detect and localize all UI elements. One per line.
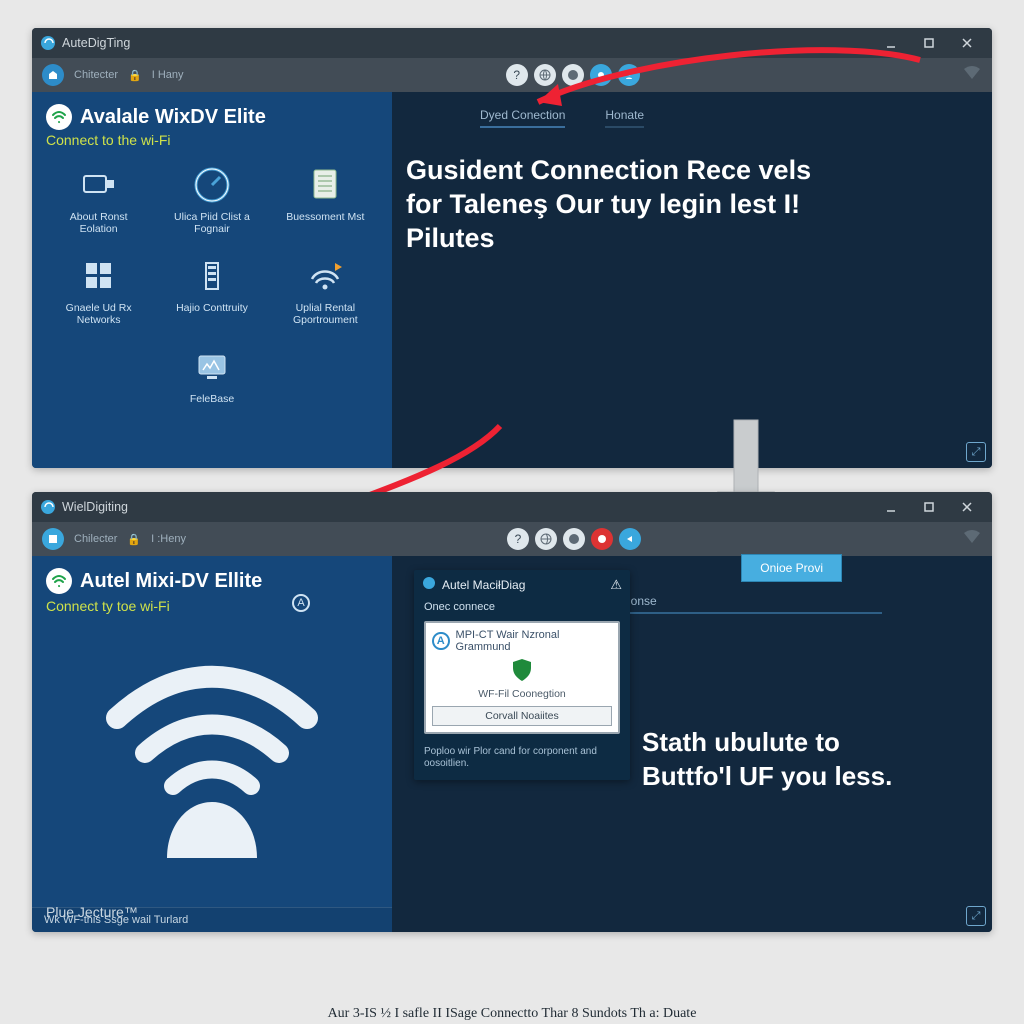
- window-title: AuteDigTing: [62, 36, 130, 50]
- grid-item-tower[interactable]: Hajio Conttruity: [159, 253, 264, 326]
- minimize-button[interactable]: [872, 31, 910, 55]
- icon-grid: About Ronst Eolation Ulica Piid Clist a …: [46, 162, 378, 406]
- brand-title: Autel Mixi-DV Ellite: [80, 570, 262, 593]
- monitor-icon: [189, 344, 235, 390]
- left-panel: Autel Mixi-DV Ellite Connect ty toe wi-F…: [32, 556, 392, 932]
- popup-app-icon: [422, 576, 436, 593]
- announce-icon[interactable]: [619, 528, 641, 550]
- brand-subtitle: Connect to the wi-Fi: [46, 132, 378, 148]
- brand-title: Avalale WixDV Elite: [80, 106, 266, 129]
- left-panel: Avalale WixDV Elite Connect to the wi-Fi…: [32, 92, 392, 468]
- toolbar-link[interactable]: Chilecter: [74, 533, 117, 545]
- about-icon: [76, 162, 122, 208]
- minimize-button[interactable]: [872, 495, 910, 519]
- toolbar: Chitecter 🔒 I Hany ?: [32, 58, 992, 92]
- broadcast-icon: [302, 253, 348, 299]
- promo-text: Stath ubulute to Buttfo'l UF you less.: [642, 726, 922, 794]
- maximize-button[interactable]: [910, 495, 948, 519]
- toolbar-link[interactable]: I Hany: [152, 69, 184, 81]
- maximize-button[interactable]: [910, 31, 948, 55]
- window-title: WielDigiting: [62, 500, 128, 514]
- right-panel: Dyed Conection Honate Gusident Connectio…: [392, 92, 992, 468]
- wifi-badge-icon: [46, 104, 72, 130]
- close-button[interactable]: [948, 31, 986, 55]
- tower-icon: [189, 253, 235, 299]
- toolbar-link[interactable]: Chitecter: [74, 69, 118, 81]
- tab-honate[interactable]: Honate: [605, 108, 644, 128]
- wifi-graphic: [46, 628, 378, 898]
- warning-icon: ⚠: [610, 577, 622, 593]
- help-icon[interactable]: ?: [507, 528, 529, 550]
- a-badge-icon: A: [432, 632, 450, 650]
- list-icon: [302, 162, 348, 208]
- popup-card-sub: WF-Fil Coonegtion: [432, 688, 612, 700]
- a-indicator: A: [292, 594, 310, 612]
- expand-icon[interactable]: ⤢: [966, 906, 986, 926]
- footer-text: Wk WF-this Ssge wail Turlard: [32, 907, 392, 932]
- popup-card-button[interactable]: Corvall Noaiites: [432, 706, 612, 726]
- popup-subtitle: Onec connece: [414, 599, 630, 619]
- lock-icon: 🔒: [128, 69, 142, 82]
- user-icon[interactable]: [618, 64, 640, 86]
- app-icon: [40, 35, 56, 51]
- globe-icon[interactable]: [535, 528, 557, 550]
- right-panel: Onioe Provi Honse Stath ubulute to Buttf…: [392, 556, 992, 932]
- grid-item-broadcast[interactable]: Uplial Rental Gportroument: [273, 253, 378, 326]
- wifi-indicator-icon: [962, 68, 982, 85]
- image-caption: Aur 3-IS ½ I safle II ISage Connectto Th…: [0, 1006, 1024, 1022]
- save-icon[interactable]: [42, 528, 64, 550]
- badge-icon[interactable]: [562, 64, 584, 86]
- lock-icon: 🔒: [127, 533, 141, 546]
- grid-item-about[interactable]: About Ronst Eolation: [46, 162, 151, 235]
- windows-icon: [76, 253, 122, 299]
- grid-item-speed[interactable]: Ulica Piid Clist a Fognair: [159, 162, 264, 235]
- popup-card: A MPI-CT Wair Nzronal Grammund WF-Fil Co…: [424, 621, 620, 734]
- globe-icon[interactable]: [534, 64, 556, 86]
- speed-icon: [189, 162, 235, 208]
- popup-footer: Poploo wir Plor cand for corponent and o…: [414, 742, 630, 780]
- toolbar: Chilecter 🔒 I :Heny ?: [32, 522, 992, 556]
- close-button[interactable]: [948, 495, 986, 519]
- tab-connection[interactable]: Dyed Conection: [480, 108, 565, 128]
- wifi-badge-icon: [46, 568, 72, 594]
- app-badge-icon[interactable]: [563, 528, 585, 550]
- popup-card-title: MPI-CT Wair Nzronal Grammund: [456, 629, 612, 653]
- grid-item-windows[interactable]: Gnaele Ud Rx Networks: [46, 253, 151, 326]
- titlebar: WielDigiting: [32, 492, 992, 522]
- grid-item-monitor[interactable]: FeleBase: [159, 344, 264, 406]
- promo-text: Gusident Connection Rece vels for Talene…: [406, 154, 836, 255]
- toolbar-link[interactable]: I :Heny: [151, 533, 186, 545]
- connection-popup: Autel MaciłDiag ⚠ Onec connece A MPI-CT …: [414, 570, 630, 780]
- window-top: AuteDigTing Chitecter 🔒 I Hany ?: [32, 28, 992, 468]
- grid-item-list[interactable]: Buessoment Mst: [273, 162, 378, 235]
- home-icon[interactable]: [42, 64, 64, 86]
- record-icon[interactable]: [591, 528, 613, 550]
- expand-icon[interactable]: ⤢: [966, 442, 986, 462]
- help-icon[interactable]: ?: [506, 64, 528, 86]
- wifi-indicator-icon: [962, 532, 982, 549]
- tab-honse[interactable]: Honse: [622, 594, 882, 614]
- popup-title: Autel MaciłDiag: [442, 578, 525, 592]
- brand-subtitle: Connect ty toe wi-Fi: [46, 598, 378, 614]
- app-icon: [40, 499, 56, 515]
- online-prov-button[interactable]: Onioe Provi: [741, 554, 842, 582]
- action-icon[interactable]: [590, 64, 612, 86]
- shield-icon: [509, 657, 535, 686]
- titlebar: AuteDigTing: [32, 28, 992, 58]
- window-bottom: WielDigiting Chilecter 🔒 I :Heny ?: [32, 492, 992, 932]
